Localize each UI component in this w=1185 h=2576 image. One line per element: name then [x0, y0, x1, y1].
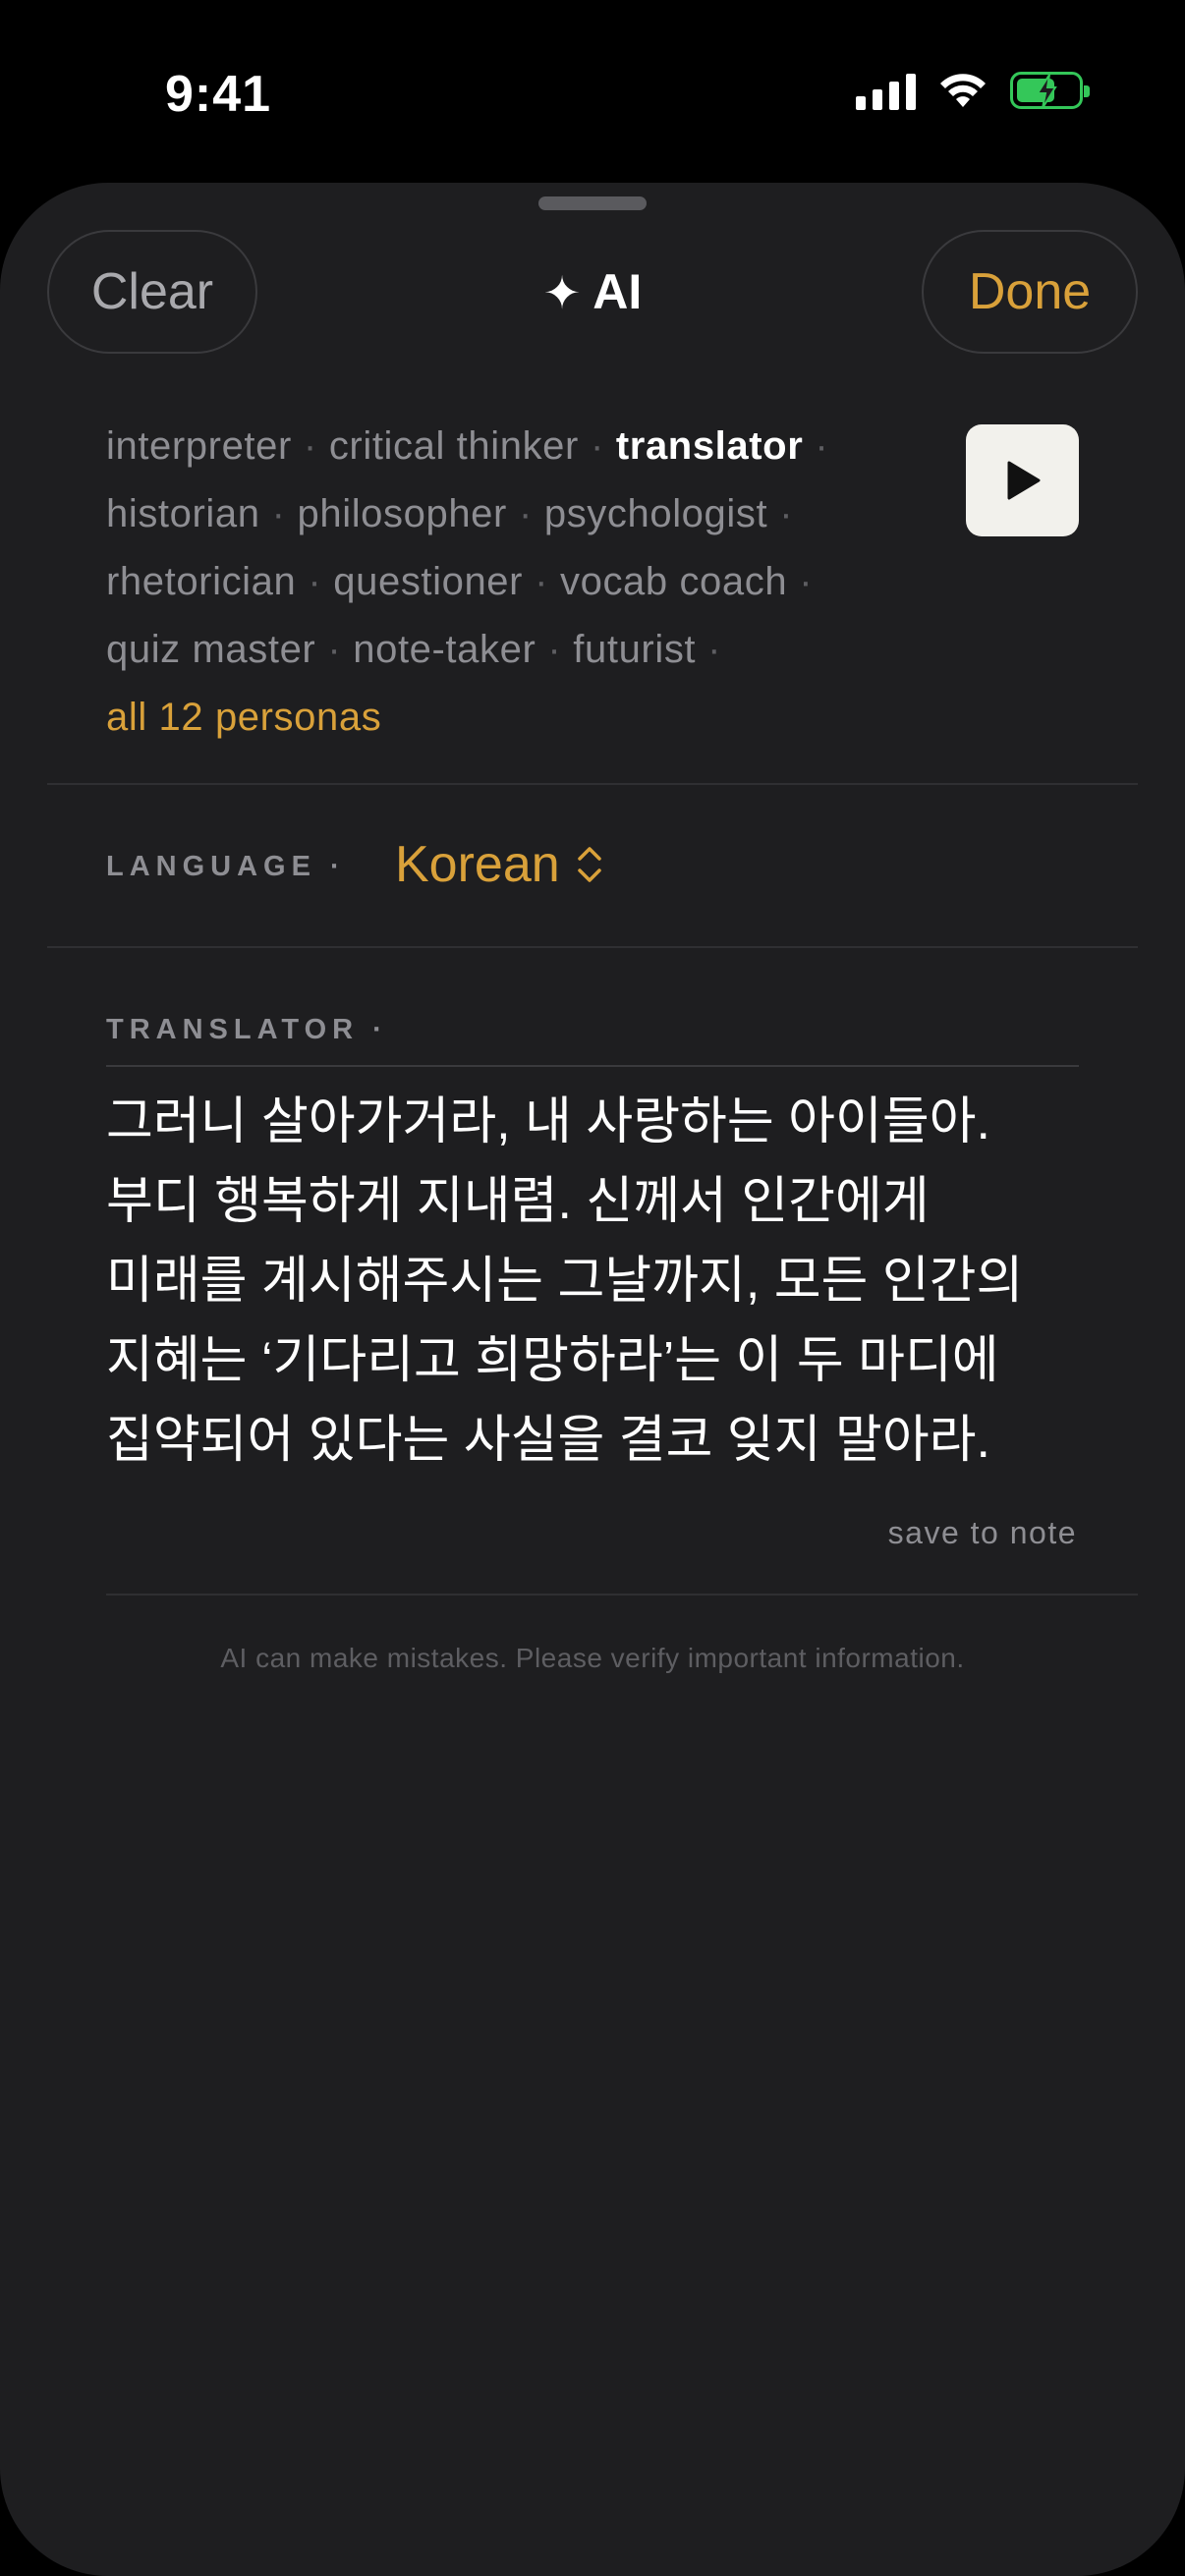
output-rule — [106, 1065, 1079, 1067]
persona-item[interactable]: translator — [616, 424, 804, 468]
persona-separator: · — [547, 628, 562, 671]
persona-item[interactable]: quiz master — [106, 628, 315, 671]
language-selector[interactable]: Korean — [395, 835, 603, 894]
persona-separator: · — [303, 424, 317, 468]
persona-item[interactable]: vocab coach — [560, 560, 787, 603]
divider — [47, 946, 1138, 948]
persona-item[interactable]: futurist — [573, 628, 696, 671]
persona-separator: · — [707, 628, 722, 671]
save-to-note-button[interactable]: save to note — [888, 1515, 1077, 1551]
disclaimer: AI can make mistakes. Please verify impo… — [220, 1643, 965, 1673]
persona-separator: · — [535, 560, 548, 603]
persona-list: interpreter · critical thinker · translator ·… — [106, 413, 951, 752]
persona-item[interactable]: philosopher — [298, 492, 507, 535]
persona-separator: · — [799, 560, 814, 603]
translation-output: 그러니 살아가거라, 내 사랑하는 아이들아. 부디 행복하게 지내렴. 신께서… — [106, 1093, 1024, 1469]
persona-separator: · — [518, 492, 533, 535]
cellular-signal-icon — [856, 71, 916, 110]
language-label: LANGUAGE · — [106, 851, 346, 882]
ai-sheet: Clear ✦ AI Done interpreter · critical thin… — [0, 183, 1185, 2576]
chevron-up-down-icon — [577, 847, 601, 882]
done-button[interactable]: Done — [922, 230, 1138, 354]
sparkle-icon: ✦ — [542, 267, 582, 318]
status-bar: 9:41 — [0, 0, 1185, 187]
all-personas-link[interactable]: all 12 personas — [106, 696, 381, 739]
divider — [106, 1594, 1138, 1596]
persona-separator: · — [590, 424, 604, 468]
divider — [47, 783, 1138, 785]
persona-separator: · — [327, 628, 342, 671]
persona-separator: · — [815, 424, 829, 468]
persona-item[interactable]: historian — [106, 492, 260, 535]
sheet-title-label: AI — [592, 264, 643, 319]
persona-item[interactable]: critical thinker — [329, 424, 579, 468]
persona-item[interactable]: interpreter — [106, 424, 292, 468]
persona-item[interactable]: note-taker — [353, 628, 536, 671]
status-time: 9:41 — [165, 66, 272, 123]
persona-separator: · — [779, 492, 794, 535]
battery-charging-icon — [1010, 72, 1090, 109]
wifi-icon — [940, 74, 986, 107]
persona-item[interactable]: rhetorician — [106, 560, 296, 603]
play-icon — [1007, 461, 1040, 500]
persona-item[interactable]: psychologist — [544, 492, 767, 535]
persona-separator: · — [308, 560, 322, 603]
status-icons — [856, 71, 1090, 110]
play-button[interactable] — [966, 424, 1079, 536]
sheet-grabber[interactable] — [538, 196, 647, 210]
output-label: TRANSLATOR · — [106, 1014, 388, 1045]
language-value: Korean — [395, 836, 560, 893]
persona-item[interactable]: questioner — [333, 560, 523, 603]
persona-separator: · — [271, 492, 286, 535]
